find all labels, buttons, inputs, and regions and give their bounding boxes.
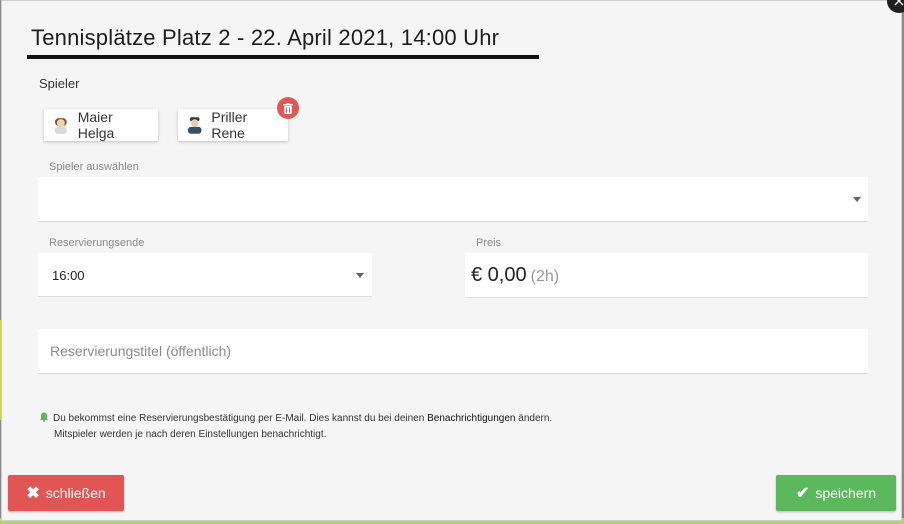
- info-line1-suffix: ändern.: [518, 413, 553, 424]
- player-chip-maier-helga[interactable]: Maier Helga: [44, 109, 158, 141]
- players-label: Spieler: [39, 76, 80, 91]
- player-name: Priller Rene: [211, 109, 248, 141]
- title-underline: [27, 55, 539, 59]
- info-text: Du bekommst eine Reservierungsbestätigun…: [39, 411, 552, 443]
- player-select-dropdown[interactable]: [38, 177, 868, 222]
- player-select-label: Spieler auswählen: [49, 161, 139, 173]
- dialog-title: Tennisplätze Platz 2 - 22. April 2021, 1…: [31, 25, 500, 50]
- chevron-down-icon: [853, 197, 861, 202]
- reservation-dialog: × Tennisplätze Platz 2 - 22. April 2021,…: [1, 0, 904, 521]
- reservation-end-label: Reservierungsende: [49, 237, 145, 249]
- price-field: € 0,00 (2h): [465, 253, 868, 298]
- reservation-end-dropdown[interactable]: 16:00: [38, 253, 372, 297]
- price-label: Preis: [476, 237, 502, 249]
- price-duration: (2h): [530, 268, 560, 285]
- info-line2: Mitspieler werden je nach deren Einstell…: [54, 429, 327, 440]
- reservation-end-value: 16:00: [52, 268, 85, 283]
- bell-icon: [40, 412, 48, 422]
- save-button-label: speichern: [815, 485, 877, 501]
- save-button[interactable]: ✔ speichern: [776, 475, 896, 511]
- price-display: € 0,00 (2h): [471, 264, 559, 287]
- player-name: Maier Helga: [77, 109, 115, 141]
- check-icon: ✔: [795, 485, 810, 502]
- info-line1-prefix: Du bekommst eine Reservierungsbestätigun…: [53, 413, 425, 424]
- price-value: € 0,00: [471, 264, 527, 286]
- chevron-down-icon: [356, 273, 364, 278]
- player-chip-priller-rene[interactable]: Priller Rene: [178, 109, 288, 141]
- close-button[interactable]: ✖ schließen: [8, 475, 124, 511]
- notifications-link[interactable]: Benachrichtigungen: [427, 413, 515, 424]
- reservation-title-placeholder: Reservierungstitel (öffentlich): [50, 343, 232, 359]
- remove-player-button[interactable]: [277, 97, 299, 119]
- reservation-title-input[interactable]: Reservierungstitel (öffentlich): [38, 329, 868, 374]
- trash-icon: [283, 102, 293, 114]
- close-icon: ✖: [26, 485, 40, 502]
- male-avatar-icon: [187, 117, 202, 134]
- close-button-label: schließen: [45, 485, 106, 501]
- close-icon[interactable]: ×: [887, 0, 904, 13]
- female-avatar-icon: [54, 118, 67, 134]
